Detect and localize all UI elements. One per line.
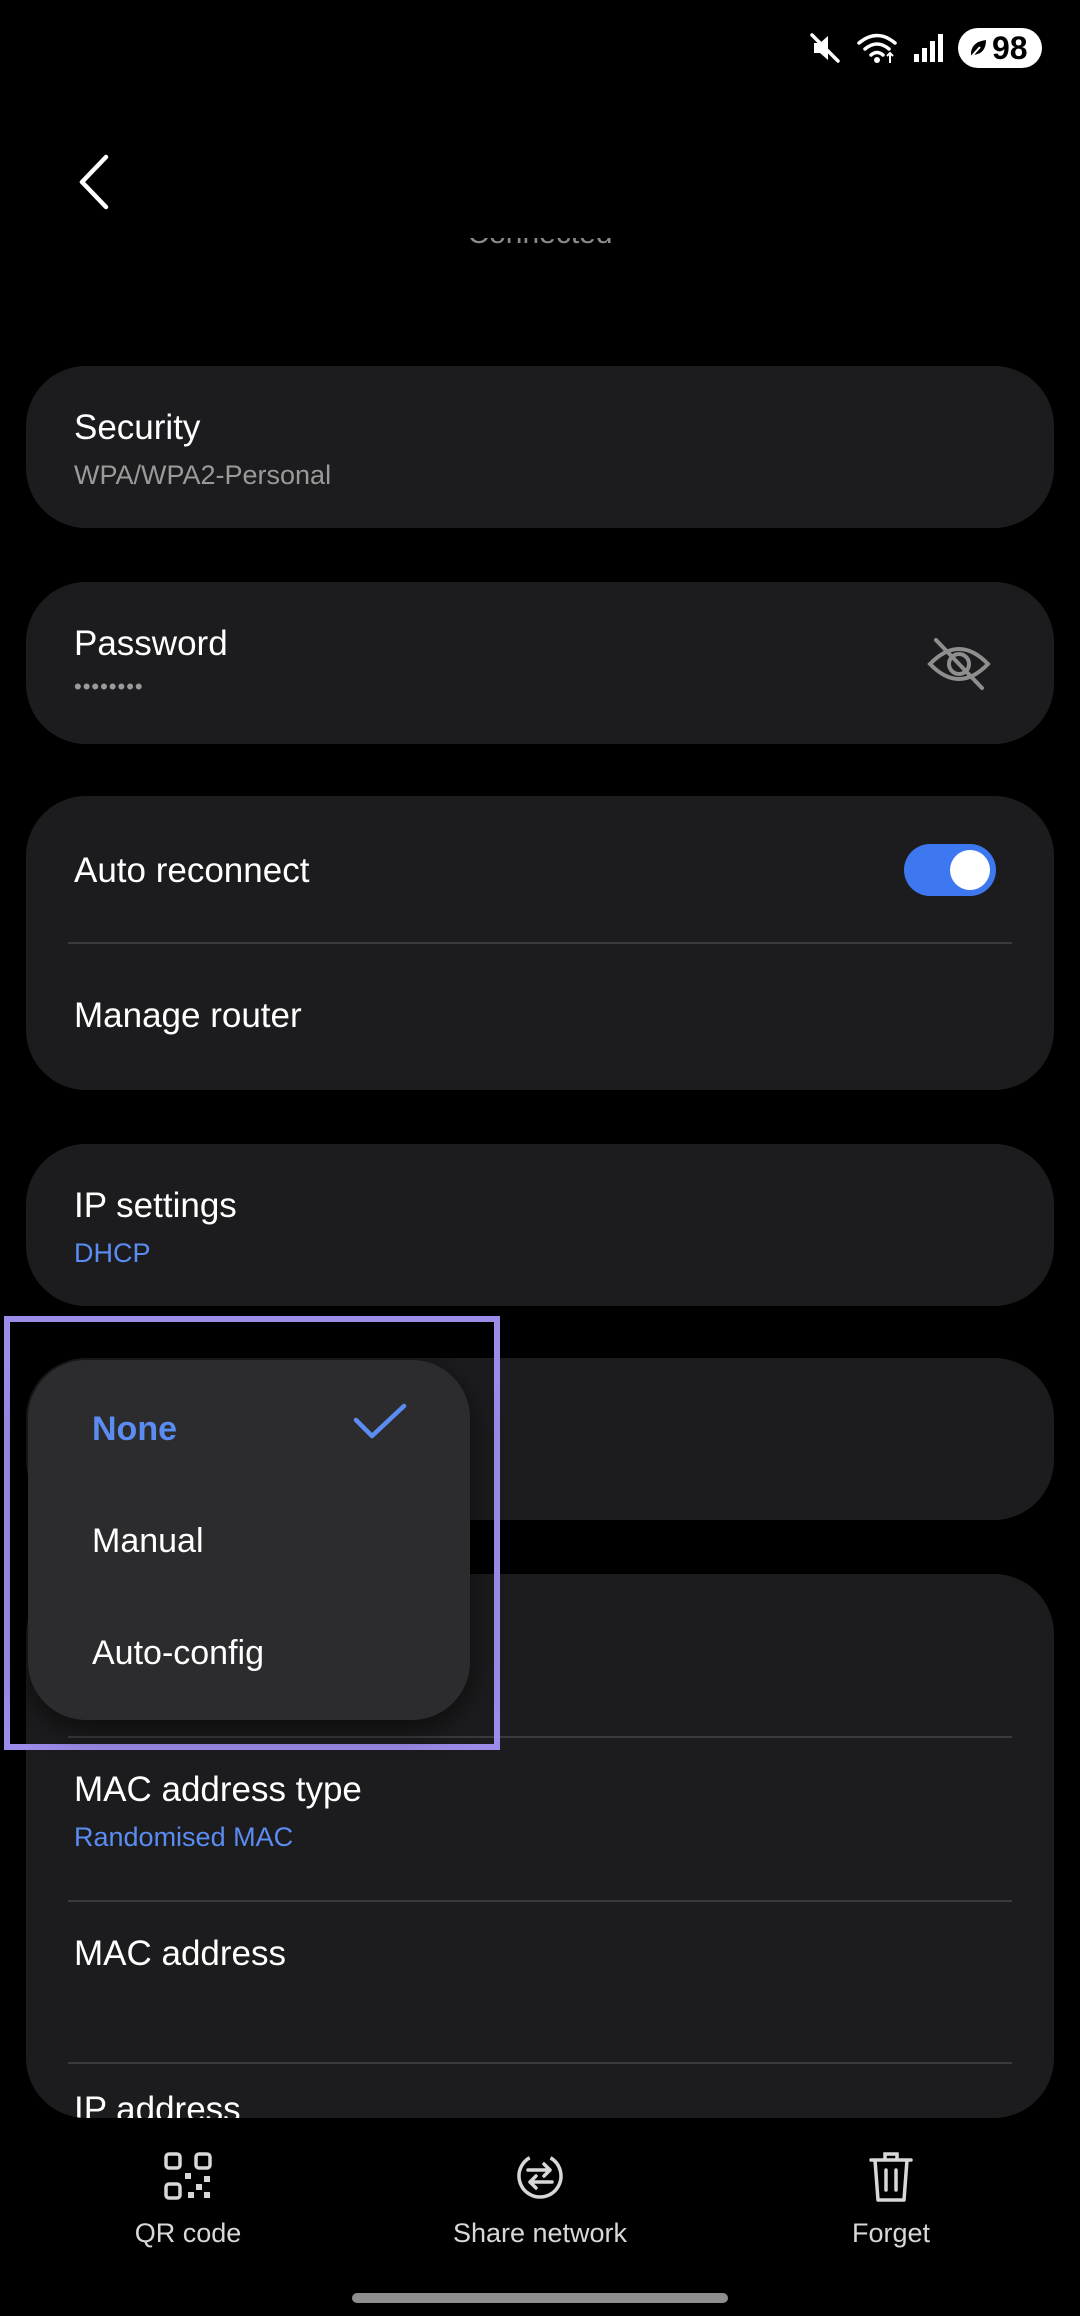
network-status: Connected	[0, 238, 1080, 268]
manage-router-row[interactable]: Manage router	[26, 944, 1054, 1090]
password-row[interactable]: Password ••••••••	[26, 582, 1054, 744]
forget-label: Forget	[851, 2218, 931, 2248]
bottom-action-bar: QR code Share network Forget	[0, 2120, 1080, 2316]
mac-type-value: Randomised MAC	[74, 1822, 294, 1852]
eye-off-icon	[927, 638, 991, 690]
share-network-label: Share network	[452, 2218, 628, 2248]
password-value: ••••••••	[74, 674, 144, 699]
status-bar: 98	[0, 0, 1080, 100]
security-title: Security	[74, 408, 201, 447]
menu-option-auto-config[interactable]: Auto-config	[92, 1634, 264, 1673]
password-title: Password	[74, 624, 228, 663]
password-card[interactable]: Password ••••••••	[26, 582, 1054, 744]
mac-type-row[interactable]: MAC address type Randomised MAC	[26, 1738, 1054, 1900]
security-card[interactable]: Security WPA/WPA2-Personal	[26, 366, 1054, 528]
qr-code-label: QR code	[134, 2218, 242, 2248]
ip-address-row[interactable]: IP address	[26, 2064, 1054, 2118]
ip-settings-row[interactable]: IP settings DHCP	[26, 1144, 1054, 1306]
battery-indicator: 98	[958, 28, 1042, 68]
manage-router-title: Manage router	[74, 996, 302, 1035]
ip-settings-card[interactable]: IP settings DHCP	[26, 1144, 1054, 1306]
share-network-icon	[517, 2153, 563, 2199]
mac-address-title: MAC address	[74, 1934, 287, 1973]
show-password-button[interactable]	[924, 634, 994, 694]
security-row[interactable]: Security WPA/WPA2-Personal	[26, 366, 1054, 528]
battery-level: 98	[992, 29, 1028, 66]
menu-option-manual[interactable]: Manual	[92, 1522, 204, 1561]
auto-reconnect-row[interactable]: Auto reconnect	[26, 796, 1054, 942]
share-network-button[interactable]: Share network	[420, 2146, 660, 2249]
chevron-left-icon	[79, 154, 109, 210]
proxy-dropdown-menu: None Manual Auto-config	[28, 1360, 470, 1720]
status-icons: 98	[808, 28, 1042, 68]
back-button[interactable]	[66, 150, 122, 214]
auto-reconnect-title: Auto reconnect	[74, 851, 310, 890]
ip-address-title: IP address	[74, 2090, 241, 2118]
home-indicator[interactable]	[352, 2293, 728, 2303]
signal-icon	[914, 34, 943, 62]
auto-reconnect-toggle[interactable]	[904, 844, 996, 896]
qr-code-button[interactable]: QR code	[68, 2146, 308, 2249]
menu-option-none[interactable]: None	[92, 1410, 177, 1449]
ip-settings-title: IP settings	[74, 1186, 237, 1225]
wifi-icon	[857, 33, 897, 63]
toggle-knob	[950, 850, 990, 890]
mute-icon	[810, 33, 840, 63]
checkmark-icon	[353, 1403, 407, 1439]
trash-icon	[869, 2152, 913, 2202]
qr-code-icon	[164, 2152, 212, 2200]
leaf-icon	[970, 40, 986, 58]
security-value: WPA/WPA2-Personal	[74, 460, 332, 490]
connection-card: Auto reconnect Manage router	[26, 796, 1054, 1090]
mac-type-title: MAC address type	[74, 1770, 362, 1809]
ip-settings-value: DHCP	[74, 1238, 151, 1268]
mac-address-row[interactable]: MAC address	[26, 1902, 1054, 2064]
forget-button[interactable]: Forget	[771, 2146, 1011, 2249]
